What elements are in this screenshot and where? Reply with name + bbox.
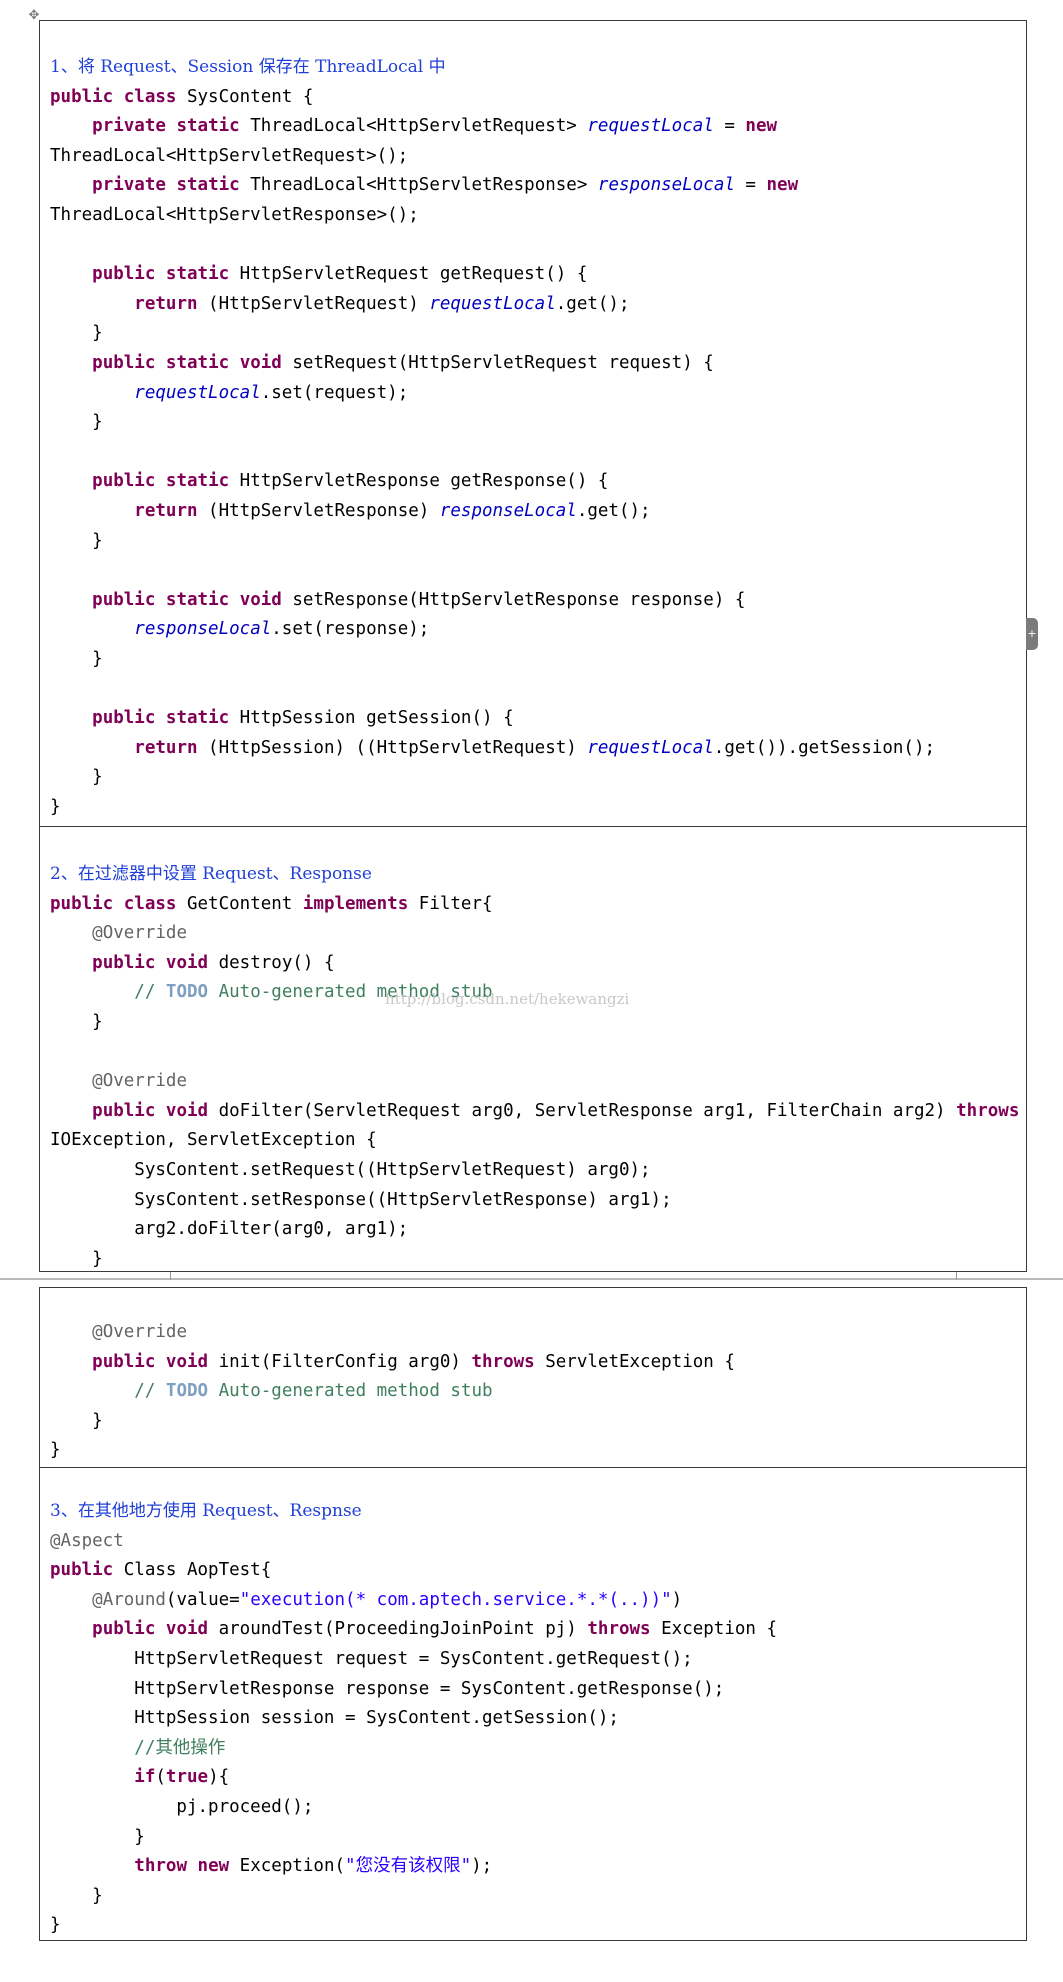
code-line: HttpSession session = SysContent.getSess… bbox=[50, 1708, 619, 1729]
code-line: public void aroundTest(ProceedingJoinPoi… bbox=[92, 1619, 778, 1640]
code-line: } bbox=[50, 767, 103, 788]
watermark: http://blog.csdn.net/hekewangzi bbox=[385, 990, 630, 1008]
code-line: public static HttpServletResponse getRes… bbox=[92, 471, 609, 492]
code-line: HttpServletResponse response = SysConten… bbox=[50, 1678, 725, 1699]
code-line: @Around(value="execution(* com.aptech.se… bbox=[92, 1589, 683, 1610]
code-line: requestLocal.set(request); bbox=[134, 382, 409, 403]
code-line: @Override bbox=[92, 1322, 187, 1342]
code-line: SysContent.setResponse((HttpServletRespo… bbox=[50, 1189, 672, 1210]
ruler-tick bbox=[956, 1272, 957, 1280]
code-line: HttpServletRequest request = SysContent.… bbox=[50, 1648, 693, 1669]
code-line: public class SysContent { bbox=[50, 86, 314, 107]
code-line: return (HttpServletResponse) responseLoc… bbox=[134, 500, 651, 521]
code-line: } bbox=[50, 1440, 61, 1461]
section-heading: 3、在其他地方使用 Request、Respnse bbox=[50, 1501, 362, 1521]
table-cell-section-2: 2、在过滤器中设置 Request、Response public class G… bbox=[40, 827, 1026, 1273]
code-line: } bbox=[50, 1885, 103, 1906]
table-cell-section-1: 1、将 Request、Session 保存在 ThreadLocal 中 pub… bbox=[40, 21, 1026, 827]
code-line: @Override bbox=[92, 1071, 187, 1092]
code-line: ThreadLocal<HttpServletResponse>(); bbox=[50, 204, 419, 225]
code-line: @Aspect bbox=[50, 1530, 124, 1551]
code-line: responseLocal.set(response); bbox=[134, 619, 430, 640]
section-heading: 1、将 Request、Session 保存在 ThreadLocal 中 bbox=[50, 57, 446, 77]
code-line: private static ThreadLocal<HttpServletRe… bbox=[92, 175, 799, 196]
page-break-line bbox=[0, 1278, 1063, 1280]
document-page-2: @Override public void init(FilterConfig … bbox=[39, 1287, 1027, 1941]
code-line: IOException, ServletException { bbox=[50, 1130, 377, 1151]
code-line: } bbox=[50, 1011, 103, 1032]
code-line: public class GetContent implements Filte… bbox=[50, 893, 493, 914]
code-block-4: 3、在其他地方使用 Request、Respnse @Aspect public C… bbox=[50, 1497, 1018, 1941]
code-line: } bbox=[50, 1826, 145, 1847]
code-line: public void destroy() { bbox=[92, 952, 335, 973]
code-block-3: @Override public void init(FilterConfig … bbox=[50, 1318, 1018, 1466]
code-line: // TODO Auto-generated method stub bbox=[134, 1381, 493, 1402]
ruler-tick bbox=[170, 1272, 171, 1280]
code-line: private static ThreadLocal<HttpServletRe… bbox=[92, 116, 778, 137]
code-line: public static void setResponse(HttpServl… bbox=[92, 589, 746, 610]
code-line: @Override bbox=[92, 923, 187, 944]
code-line: } bbox=[50, 1915, 61, 1936]
code-line: ThreadLocal<HttpServletRequest>(); bbox=[50, 145, 409, 166]
code-line: if(true){ bbox=[134, 1767, 230, 1788]
code-line: public Class AopTest{ bbox=[50, 1560, 272, 1581]
code-line: } bbox=[50, 1410, 103, 1431]
code-line: public void doFilter(ServletRequest arg0… bbox=[92, 1100, 1018, 1121]
document-page-1: 1、将 Request、Session 保存在 ThreadLocal 中 pub… bbox=[39, 20, 1027, 1272]
code-line: } bbox=[50, 412, 103, 433]
code-line: } bbox=[50, 796, 61, 817]
code-line: //其他操作 bbox=[134, 1737, 226, 1758]
code-line: throw new Exception("您没有该权限"); bbox=[134, 1856, 493, 1877]
section-heading: 2、在过滤器中设置 Request、Response bbox=[50, 864, 372, 884]
code-line: arg2.doFilter(arg0, arg1); bbox=[50, 1219, 409, 1240]
code-line: pj.proceed(); bbox=[50, 1796, 314, 1817]
code-line: return (HttpServletRequest) requestLocal… bbox=[134, 293, 630, 314]
code-block-1: 1、将 Request、Session 保存在 ThreadLocal 中 pub… bbox=[50, 53, 1018, 822]
code-line: } bbox=[50, 530, 103, 551]
code-line: SysContent.setRequest((HttpServletReques… bbox=[50, 1159, 651, 1180]
code-line: public static HttpSession getSession() { bbox=[92, 708, 514, 729]
expand-panel-icon[interactable]: + bbox=[1026, 618, 1038, 650]
code-line: } bbox=[50, 648, 103, 669]
code-line: } bbox=[50, 323, 103, 344]
code-line: public static void setRequest(HttpServle… bbox=[92, 352, 714, 373]
code-line: } bbox=[50, 1248, 103, 1269]
table-cell-section-3: 3、在其他地方使用 Request、Respnse @Aspect public C… bbox=[40, 1468, 1026, 1942]
code-line: public static HttpServletRequest getRequ… bbox=[92, 264, 588, 285]
code-line: return (HttpSession) ((HttpServletReques… bbox=[134, 737, 936, 758]
code-block-2: 2、在过滤器中设置 Request、Response public class G… bbox=[50, 860, 1018, 1274]
table-cell-section-2-continued: @Override public void init(FilterConfig … bbox=[40, 1288, 1026, 1468]
code-line: public void init(FilterConfig arg0) thro… bbox=[92, 1351, 735, 1372]
